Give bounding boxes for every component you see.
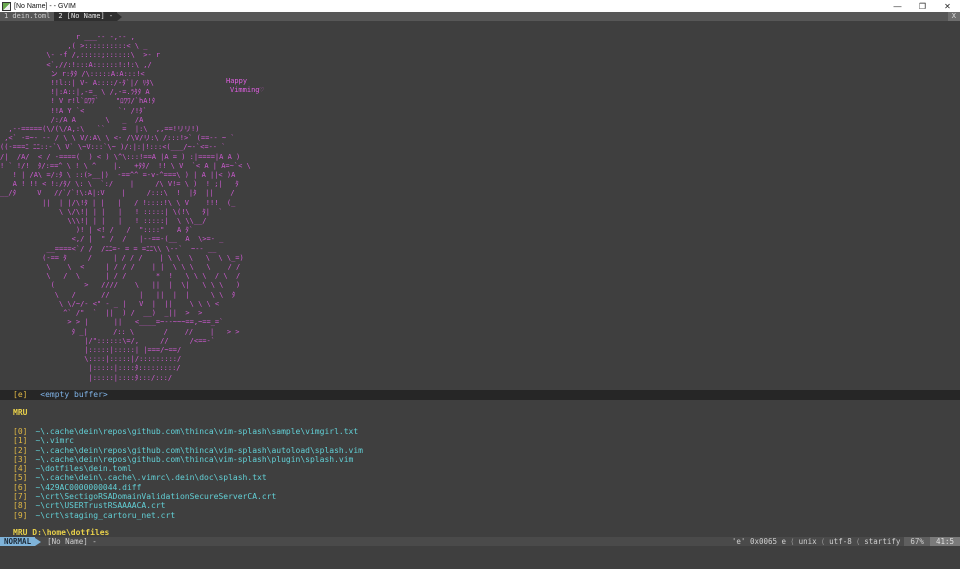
tab-dein-toml[interactable]: 1 dein.toml [0,12,54,21]
mru-path[interactable]: ~\dotfiles\dein.toml [35,464,131,473]
mru-heading: MRU [13,408,28,417]
mru-item[interactable]: [9] ~\crt\staging_cartoru_net.crt [13,511,363,520]
splash-greeting: Happy Vimming♡ [226,77,264,95]
status-encoding: utf-8 [829,537,852,546]
mru-item[interactable]: [4] ~\dotfiles\dein.toml [13,464,363,473]
window-title: [No Name] - - GVIM [14,2,76,10]
mru-index[interactable]: [6] [13,483,27,492]
mru-item[interactable]: [2] ~\.cache\dein\repos\github.com\thinca… [13,446,363,455]
empty-buffer-label[interactable]: <empty buffer> [40,390,107,399]
mode-indicator: NORMAL [0,537,36,546]
mru-index[interactable]: [5] [13,473,27,482]
mru-item[interactable]: [6] ~\429AC0000000044.diff [13,483,363,492]
vim-statusline: NORMAL [No Name] - 'e' 0x0065 e ⟨ unix ⟨… [0,537,960,546]
command-line[interactable] [0,546,960,569]
tab-no-name[interactable]: 2 [No Name] - [54,12,118,21]
mru-index[interactable]: [2] [13,446,27,455]
mru-item[interactable]: [5] ~\.cache\dein\.cache\.vimrc\.dein\doc… [13,473,363,482]
window-titlebar: [No Name] - - GVIM — ❐ ✕ [0,0,960,12]
status-percent: 67% [904,537,930,546]
gvim-app-icon [2,1,11,11]
empty-buffer-key[interactable]: [e] [13,390,27,399]
mru-path[interactable]: ~\.cache\dein\.cache\.vimrc\.dein\doc\sp… [35,473,266,482]
mru-path[interactable]: ~\.vimrc [35,436,74,445]
editor-area[interactable]: r ___-- -,-- , ,( >::::::::::< \ _ \- -f… [0,21,960,537]
happy-text: Happy [226,77,248,85]
vimgirl-ascii-art: r ___-- -,-- , ,( >::::::::::< \ _ \- -f… [0,33,251,382]
mru-item[interactable]: [3] ~\.cache\dein\repos\github.com\thinca… [13,455,363,464]
vimming-text: Vimming♡ [230,86,264,94]
mru-index[interactable]: [0] [13,427,27,436]
mru-path[interactable]: ~\.cache\dein\repos\github.com\thinca\vi… [35,427,358,436]
status-filename: [No Name] - [47,537,97,546]
mru-index[interactable]: [7] [13,492,27,501]
mru-index[interactable]: [1] [13,436,27,445]
mru-path[interactable]: ~\.cache\dein\repos\github.com\thinca\vi… [35,446,363,455]
vim-tabline: 1 dein.toml 2 [No Name] - X [0,12,960,21]
status-filetype: startify [864,537,901,546]
minimize-button[interactable]: — [885,0,910,12]
tab-separator [117,12,123,21]
mru-dir-heading: MRU D:\home\dotfiles [13,528,110,537]
mru-item[interactable]: [1] ~\.vimrc [13,436,363,445]
close-window-button[interactable]: ✕ [935,0,960,12]
maximize-button[interactable]: ❐ [910,0,935,12]
tab-close-button[interactable]: X [947,12,960,21]
status-char-info: 'e' 0x0065 e [731,537,787,546]
mru-item[interactable]: [0] ~\.cache\dein\repos\github.com\thinca… [13,427,363,436]
status-fileformat: unix [798,537,817,546]
mru-path[interactable]: ~\crt\SectigoRSADomainValidationSecureSe… [35,492,276,501]
mru-index[interactable]: [9] [13,511,27,520]
mru-path[interactable]: ~\429AC0000000044.diff [35,483,141,492]
mru-path[interactable]: ~\crt\staging_cartoru_net.crt [35,511,175,520]
status-cursor-position: 41:5 [929,537,960,546]
mru-path[interactable]: ~\crt\USERTrustRSAAAACA.crt [35,501,165,510]
mru-item[interactable]: [8] ~\crt\USERTrustRSAAAACA.crt [13,501,363,510]
mru-item[interactable]: [7] ~\crt\SectigoRSADomainValidationSecur… [13,492,363,501]
mru-index[interactable]: [8] [13,501,27,510]
mru-index[interactable]: [3] [13,455,27,464]
mru-path[interactable]: ~\.cache\dein\repos\github.com\thinca\vi… [35,455,353,464]
empty-buffer-entry[interactable]: [e] <empty buffer> [0,390,960,400]
mru-index[interactable]: [4] [13,464,27,473]
mru-list: [0] ~\.cache\dein\repos\github.com\thinca… [13,427,363,520]
